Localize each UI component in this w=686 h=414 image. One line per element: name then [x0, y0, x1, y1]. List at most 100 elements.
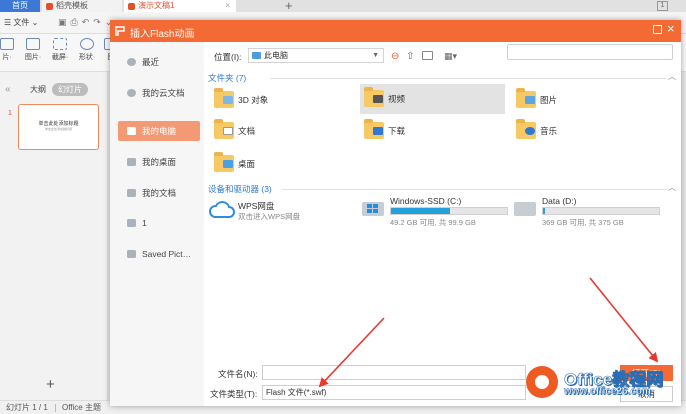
tab-document[interactable]: 演示文稿1 ×	[124, 0, 236, 12]
search-input[interactable]	[507, 44, 673, 60]
tab-templates-label: 稻壳模板	[56, 1, 88, 10]
toolbar-label: 图片·	[24, 54, 42, 61]
folder-icon	[364, 87, 384, 107]
file-menu-label: 文件	[13, 18, 30, 27]
slide-thumbnail[interactable]: 单击此处添加标题 单击此处添加副标题	[18, 104, 99, 150]
section-divider	[282, 189, 666, 190]
window-button[interactable]: 1	[657, 1, 668, 11]
folder-icon	[516, 88, 536, 108]
filename-label: 文件名(N):	[218, 369, 258, 379]
chevron-down-icon: ▼	[372, 52, 379, 59]
back-icon[interactable]: ⊖	[391, 51, 399, 62]
new-folder-icon[interactable]	[422, 51, 433, 60]
docer-icon	[46, 3, 53, 10]
collapse-panel-icon[interactable]: «	[5, 84, 11, 95]
folder-label: 音乐	[540, 126, 558, 136]
file-menu[interactable]: ☰ 文件 ⌄	[4, 17, 38, 28]
filename-input[interactable]	[262, 365, 526, 380]
cloud-icon[interactable]	[208, 200, 236, 220]
chevron-up-icon[interactable]: ︿	[668, 71, 676, 82]
dialog-title-bar[interactable]: 插入Flash动画 ×	[110, 20, 681, 42]
sidebar-item-label: 我的电脑	[142, 126, 177, 136]
picture-icon	[0, 38, 14, 50]
toolbar-button-shapes[interactable]: 形状·	[74, 38, 100, 62]
chevron-up-icon[interactable]: ︿	[668, 182, 676, 193]
sidebar-item-recent[interactable]: 最近	[118, 52, 200, 72]
folder-3d-objects[interactable]: 3D 对象	[210, 87, 350, 113]
drive-usage-bar	[390, 207, 508, 215]
toolbar-label: 片·	[2, 54, 12, 61]
drive-d[interactable]: Data (D:) 369 GB 可用, 共 375 GB	[512, 196, 662, 228]
picture-icon	[525, 96, 535, 104]
sidebar-item-desktop[interactable]: 我的桌面	[118, 152, 200, 172]
folder-icon	[127, 219, 136, 227]
quick-access-icons[interactable]: ▣⎙↶↷⌄	[58, 17, 116, 28]
desktop-icon	[223, 160, 233, 168]
sidebar-item-label: 我的云文档	[142, 88, 185, 98]
folder-label: 3D 对象	[238, 95, 269, 105]
tab-home-label: 首页	[12, 1, 28, 10]
location-dropdown[interactable]: 此电脑 ▼	[248, 48, 384, 63]
screenshot-icon	[53, 38, 67, 50]
folder-desktop[interactable]: 桌面	[210, 151, 350, 177]
desktop-icon	[127, 158, 136, 166]
slide-counter: 幻灯片 1 / 1	[6, 403, 48, 412]
devices-section-title: 设备和驱动器 (3)	[208, 184, 272, 194]
drive-space-info: 369 GB 可用, 共 375 GB	[542, 218, 624, 227]
toolbar-label: 形状·	[78, 54, 96, 61]
close-icon[interactable]: ×	[667, 22, 675, 36]
folder-icon	[214, 88, 234, 108]
drive-name: Data (D:)	[542, 196, 577, 206]
editor-edge	[681, 72, 686, 400]
sidebar-item-label: 我的文档	[142, 188, 177, 198]
shapes-icon	[80, 38, 94, 50]
sidebar-item-saved-pictures[interactable]: Saved Pict…	[118, 244, 200, 264]
tab-home[interactable]: 首页	[0, 0, 40, 12]
folder-pictures[interactable]: 图片	[512, 87, 652, 113]
windows-logo-icon	[367, 204, 378, 213]
tab-outline[interactable]: 大纲	[24, 83, 52, 96]
sidebar-item-label: 1	[142, 218, 147, 228]
add-slide-icon[interactable]: +	[46, 376, 55, 393]
filetype-select[interactable]: Flash 文件(*.swf)	[262, 385, 526, 400]
drive-c[interactable]: Windows-SSD (C:) 49.2 GB 可用, 共 99.9 GB	[360, 196, 510, 228]
up-folder-icon[interactable]: ⇧	[406, 51, 414, 62]
insert-flash-dialog: 插入Flash动画 × 最近 我的云文档 我的电脑 我的桌面 我的文档 1 Sa…	[110, 20, 681, 406]
tab-document-label: 演示文稿1	[138, 1, 175, 10]
cloud-doc-icon	[127, 89, 136, 97]
sidebar-item-my-computer[interactable]: 我的电脑	[118, 121, 200, 141]
close-tab-icon[interactable]: ×	[225, 0, 230, 12]
folder-label: 桌面	[238, 159, 256, 169]
filetype-label: 文件类型(T):	[210, 389, 258, 399]
music-note-icon	[525, 127, 535, 135]
maximize-icon[interactable]	[653, 25, 662, 34]
folder-music[interactable]: 音乐	[512, 118, 652, 144]
folder-label: 文档	[238, 126, 256, 136]
folder-downloads[interactable]: 下载	[360, 118, 500, 144]
office-logo-icon	[526, 366, 558, 398]
folder-documents[interactable]: 文档	[210, 118, 350, 144]
windows-drive-icon	[362, 202, 384, 216]
sidebar-item-documents[interactable]: 我的文档	[118, 183, 200, 203]
folder-videos[interactable]: 视频	[360, 84, 505, 114]
tab-slides[interactable]: 幻灯片	[52, 83, 88, 96]
toolbar-button-1[interactable]: 片·	[0, 38, 20, 62]
drive-usage-fill	[543, 208, 546, 214]
toolbar-button-screenshot[interactable]: 截屏·	[47, 38, 73, 62]
view-mode-icon[interactable]: ▦▾	[444, 51, 457, 62]
film-icon	[373, 95, 383, 103]
toolbar-button-picture[interactable]: 图片·	[20, 38, 46, 62]
tab-templates[interactable]: 稻壳模板	[42, 0, 122, 12]
slide-thumb-title: 单击此处添加标题	[38, 121, 79, 127]
sidebar-item-folder-1[interactable]: 1	[118, 213, 200, 233]
folder-label: 视频	[388, 94, 406, 104]
drive-usage-fill	[391, 208, 451, 214]
folder-icon	[364, 119, 384, 139]
document-icon	[223, 127, 233, 135]
3d-cube-icon	[223, 96, 233, 104]
sidebar-item-cloud[interactable]: 我的云文档	[118, 83, 200, 103]
slides-panel: « 大纲 幻灯片 1 单击此处添加标题 单击此处添加副标题 +	[0, 72, 108, 400]
image-icon	[26, 38, 40, 50]
sidebar-item-label: 最近	[142, 57, 160, 67]
section-divider	[270, 78, 666, 79]
